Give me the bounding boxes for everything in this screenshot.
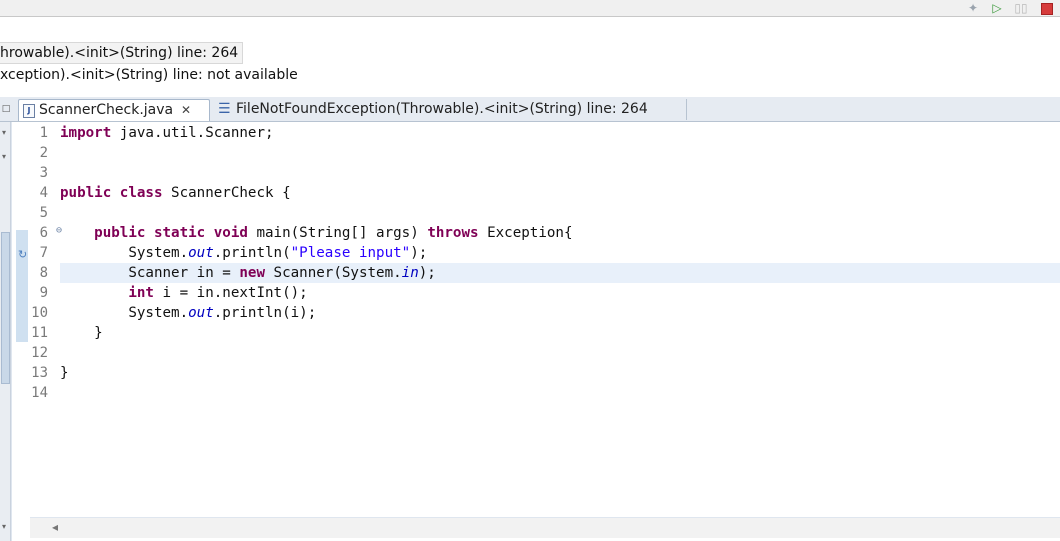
trim-icon[interactable]: ▾ <box>2 522 8 531</box>
debug-stack-view: hrowable).<init>(String) line: 264 xcept… <box>0 40 1060 90</box>
line-number: 3 <box>39 165 48 181</box>
code-line: } <box>60 365 69 381</box>
code-line: public class ScannerCheck { <box>60 185 291 201</box>
code-line: import java.util.Scanner; <box>60 125 274 141</box>
tab-label: FileNotFoundException(Throwable).<init>(… <box>236 101 648 117</box>
terminate-icon[interactable] <box>1040 1 1054 15</box>
close-icon[interactable]: ✕ <box>181 100 191 121</box>
line-number: 11 <box>31 325 48 341</box>
overview-scroll-thumb[interactable] <box>1 232 10 384</box>
line-number: 5 <box>39 205 48 221</box>
resume-icon[interactable]: ▷ <box>990 1 1004 15</box>
editor-tabbar: □ J ScannerCheck.java ✕ ☰ FileNotFoundEx… <box>0 97 1060 122</box>
line-number: 13 <box>31 365 48 381</box>
line-number: 1 <box>39 125 48 141</box>
line-number: 2 <box>39 145 48 161</box>
code-line: int i = in.nextInt(); <box>128 285 308 301</box>
line-number: 6 <box>39 225 48 241</box>
code-line: System.out.println(i); <box>60 305 317 321</box>
stack-frame-icon: ☰ <box>218 101 231 117</box>
trim-icon[interactable]: ▾ <box>2 128 8 137</box>
line-number: 4 <box>39 185 48 201</box>
suspend-icon[interactable]: ▯▯ <box>1014 1 1028 15</box>
horizontal-scrollbar[interactable]: ◂ <box>30 517 1060 538</box>
line-number: 8 <box>39 265 48 281</box>
code-line: } <box>60 325 103 341</box>
scroll-left-icon[interactable]: ◂ <box>52 520 58 534</box>
code-line: public static void main(String[] args) t… <box>94 225 573 241</box>
line-number: 14 <box>31 385 48 401</box>
current-code-line: Scanner in = new Scanner(System.in); <box>60 263 1060 283</box>
tab-label: ScannerCheck.java <box>39 102 174 118</box>
line-number-ruler: 1 2 3 4 5 6 7 8 9 10 11 12 13 14 ⊖ <box>30 122 62 518</box>
code-line: System.out.println("Please input"); <box>60 245 428 261</box>
stack-frame[interactable]: hrowable).<init>(String) line: 264 <box>0 42 244 64</box>
editor-panel: □ J ScannerCheck.java ✕ ☰ FileNotFoundEx… <box>0 97 1060 541</box>
marker-ruler[interactable]: ↻ <box>12 122 31 518</box>
ruler-highlight <box>16 230 28 342</box>
line-number: 12 <box>31 345 48 361</box>
left-trim-strip: ▾ ▾ ▾ <box>0 122 11 541</box>
code-area[interactable]: import java.util.Scanner; public class S… <box>60 122 1060 518</box>
debug-pointer-icon: ↻ <box>18 248 28 261</box>
line-number: 7 <box>39 245 48 261</box>
tools-icon[interactable]: ✦ <box>966 1 980 15</box>
stack-frame[interactable]: xception).<init>(String) line: not avail… <box>0 65 302 85</box>
debug-toolbar: ✦ ▷ ▯▯ <box>0 0 1060 17</box>
tab-scannercheck-java[interactable]: J ScannerCheck.java ✕ <box>18 99 210 121</box>
tab-filenotfoundexception[interactable]: ☰ FileNotFoundException(Throwable).<init… <box>212 99 687 120</box>
trim-icon[interactable]: ▾ <box>2 152 8 161</box>
line-number: 9 <box>39 285 48 301</box>
line-number: 10 <box>31 305 48 321</box>
minimize-icon[interactable]: □ <box>0 97 12 121</box>
java-file-icon: J <box>23 104 35 118</box>
code-editor[interactable]: ↻ 1 2 3 4 5 6 7 8 9 10 11 12 13 14 ⊖ imp… <box>12 122 1060 541</box>
